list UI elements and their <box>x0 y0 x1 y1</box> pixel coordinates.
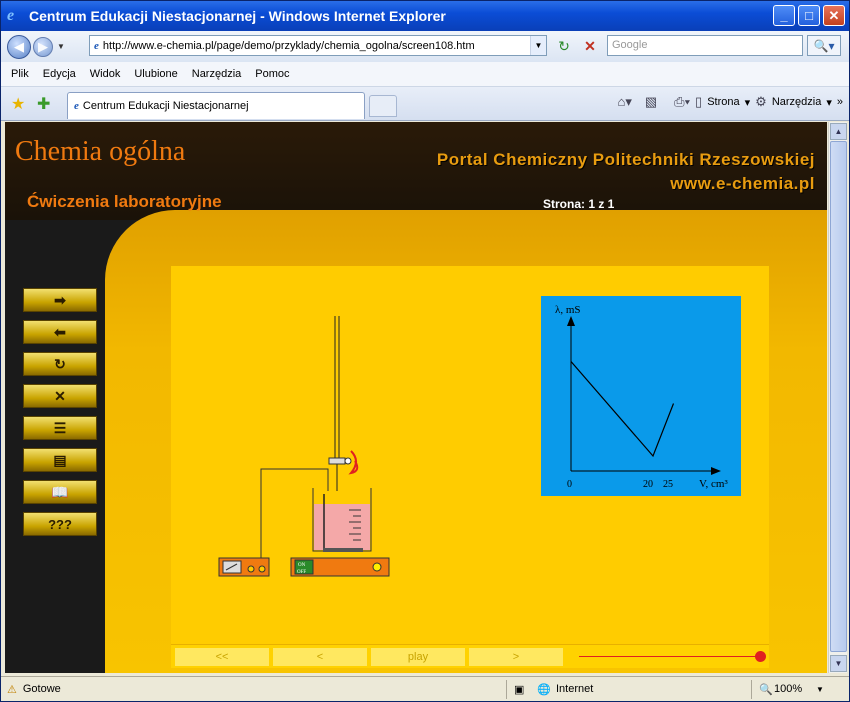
refresh-icon[interactable]: ↻ <box>553 36 575 56</box>
warning-icon: ⚠ <box>7 683 17 696</box>
menu-bar: Plik Edycja Widok Ulubione Narzędzia Pom… <box>1 62 849 87</box>
page-icon: e <box>74 100 79 112</box>
add-favorites-icon[interactable]: ✚ <box>37 94 50 114</box>
svg-text:OFF: OFF <box>297 570 306 575</box>
browser-window: e Centrum Edukacji Niestacjonarnej - Win… <box>0 0 850 702</box>
tab-current[interactable]: e Centrum Edukacji Niestacjonarnej <box>67 92 365 119</box>
home-icon[interactable]: ⌂▾ <box>617 94 631 110</box>
page-content: Chemia ogólna Ćwiczenia laboratoryjne Po… <box>5 122 827 673</box>
menu-widok[interactable]: Widok <box>90 68 121 80</box>
rotate-arrow-icon <box>348 450 359 475</box>
status-text: Gotowe <box>22 683 61 695</box>
forward-button[interactable]: ▶ <box>33 36 53 57</box>
progress-track[interactable] <box>579 656 759 657</box>
y-axis-label: λ, mS <box>555 304 581 316</box>
menu-ulubione[interactable]: Ulubione <box>134 68 177 80</box>
tick-0: 0 <box>567 479 572 490</box>
ie-icon: e <box>7 7 15 24</box>
graph-svg: λ, mS V, cm³ 0 20 25 <box>555 304 728 490</box>
maximize-button[interactable]: □ <box>798 5 820 26</box>
globe-icon: 🌐 <box>537 683 551 696</box>
scroll-thumb[interactable] <box>830 141 847 652</box>
menu-plik[interactable]: Plik <box>11 68 29 80</box>
progress-handle[interactable] <box>755 651 766 662</box>
address-dropdown[interactable]: ▼ <box>530 36 546 55</box>
titration-curve <box>570 361 675 458</box>
help-button[interactable]: ??? <box>23 512 97 536</box>
first-button[interactable]: << <box>175 648 269 666</box>
favorites-star-icon[interactable]: ★ <box>11 94 25 114</box>
print-icon[interactable]: ⎙▾ <box>674 94 690 110</box>
more-icon[interactable]: » <box>837 96 843 108</box>
feeds-icon[interactable]: ▧ <box>645 94 657 110</box>
conductivity-graph: λ, mS V, cm³ 0 20 25 <box>541 296 741 496</box>
tick-20: 20 <box>643 479 653 490</box>
address-input[interactable]: http://www.e-chemia.pl/page/demo/przykla… <box>103 40 530 52</box>
portal-url: www.e-chemia.pl <box>670 174 815 193</box>
tab-row: ★ ✚ e Centrum Edukacji Niestacjonarnej ⌂… <box>1 87 849 121</box>
tab-label: Centrum Edukacji Niestacjonarnej <box>82 100 249 112</box>
menu-button[interactable]: ☰ <box>23 416 97 440</box>
page-number: Strona: 1 z 1 <box>543 197 615 211</box>
tick-25: 25 <box>663 479 673 490</box>
menu-narzedzia[interactable]: Narzędzia <box>192 68 242 80</box>
menu-edycja[interactable]: Edycja <box>43 68 76 80</box>
vertical-scrollbar[interactable]: ▲ ▼ <box>828 122 847 673</box>
prev-button[interactable]: ⬅ <box>23 320 97 344</box>
beaker-solution <box>314 504 370 550</box>
page-menu-icon: ▯ <box>695 94 703 109</box>
play-button[interactable]: play <box>371 648 465 666</box>
control-bar: << < play > <box>171 644 769 668</box>
back-button[interactable]: ◀ <box>7 34 31 59</box>
page-title: Chemia ogólna <box>15 136 186 167</box>
minimize-button[interactable]: _ <box>773 5 795 26</box>
page-menu[interactable]: Strona <box>707 96 739 108</box>
history-dropdown[interactable]: ▼ <box>57 42 65 51</box>
tools-menu[interactable]: Narzędzia <box>772 96 822 108</box>
search-input[interactable]: Google <box>607 35 803 56</box>
page-subtitle: Ćwiczenia laboratoryjne <box>27 192 222 211</box>
address-row: ◀ ▶ ▼ e http://www.e-chemia.pl/page/demo… <box>1 31 849 62</box>
search-button[interactable]: 🔍▾ <box>807 35 841 56</box>
stop-icon[interactable]: ✕ <box>579 36 601 56</box>
zoom-icon: 🔍 <box>759 683 773 696</box>
next-frame-button[interactable]: > <box>469 648 563 666</box>
zone-text: Internet <box>556 683 594 695</box>
animation-stage: ON OFF λ, mS V, cm³ 0 20 25 <box>171 266 769 644</box>
new-tab-button[interactable] <box>369 95 397 117</box>
chevron-down-icon: ▾ <box>744 96 751 109</box>
scroll-down-button[interactable]: ▼ <box>830 655 847 672</box>
protected-mode-icon: ▣ <box>514 683 525 696</box>
burette-stopcock[interactable] <box>328 457 346 465</box>
prev-frame-button[interactable]: < <box>273 648 367 666</box>
title-bar: e Centrum Edukacji Niestacjonarnej - Win… <box>1 1 849 31</box>
scroll-up-button[interactable]: ▲ <box>830 123 847 140</box>
refresh-button[interactable]: ↻ <box>23 352 97 376</box>
svg-text:ON: ON <box>298 563 306 568</box>
page-icon: e <box>94 39 99 52</box>
status-bar: ⚠ Gotowe ▣ 🌐 Internet 🔍 100% ▼ <box>1 676 849 701</box>
book-button[interactable]: 📖 <box>23 480 97 504</box>
portal-name: Portal Chemiczny Politechniki Rzeszowski… <box>436 150 815 169</box>
window-title: Centrum Edukacji Niestacjonarnej - Windo… <box>29 8 446 24</box>
close-page-button[interactable]: ✕ <box>23 384 97 408</box>
gear-icon: ⚙ <box>755 94 767 109</box>
list-button[interactable]: ▤ <box>23 448 97 472</box>
zoom-level[interactable]: 100% <box>774 683 802 695</box>
next-button[interactable]: ➡ <box>23 288 97 312</box>
address-bar[interactable]: e http://www.e-chemia.pl/page/demo/przyk… <box>89 35 547 56</box>
chevron-down-icon: ▾ <box>826 96 832 109</box>
zoom-dropdown[interactable]: ▼ <box>816 685 824 694</box>
stirrer-knob[interactable] <box>372 562 382 572</box>
x-axis-label: V, cm³ <box>699 478 728 490</box>
menu-pomoc[interactable]: Pomoc <box>255 68 289 80</box>
close-button[interactable]: ✕ <box>823 5 845 26</box>
